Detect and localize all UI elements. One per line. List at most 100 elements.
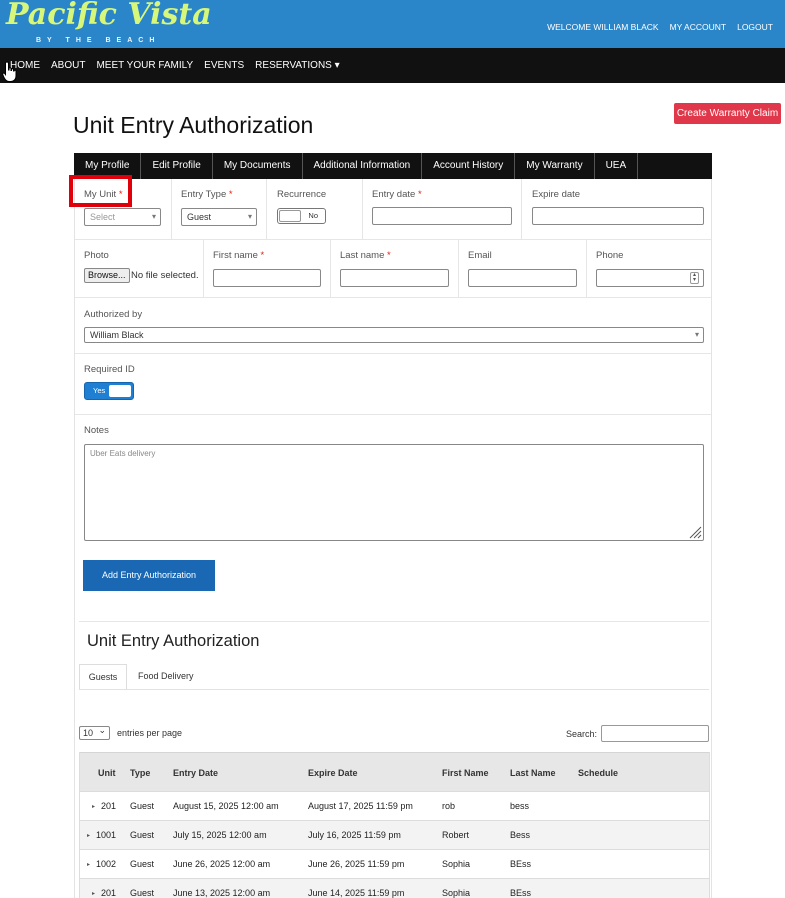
cell-last-name: BEss [510, 859, 532, 869]
entries-table: Unit Type Entry Date Expire Date First N… [79, 752, 710, 898]
nav-events[interactable]: EVENTS [204, 60, 244, 71]
col-unit[interactable]: Unit [98, 768, 116, 778]
first-name-label: First name * [213, 250, 265, 261]
file-status-text: No file selected. [131, 270, 199, 281]
col-type[interactable]: Type [130, 768, 150, 778]
last-name-label: Last name * [340, 250, 391, 261]
entry-type-label: Entry Type * [181, 189, 233, 200]
search-input[interactable] [601, 725, 709, 742]
tab-my-documents[interactable]: My Documents [213, 153, 303, 179]
top-header: Pacific Vista BY THE BEACH WELCOME WILLI… [0, 0, 785, 48]
recurrence-label: Recurrence [277, 189, 327, 200]
cell-expire-date: July 16, 2025 11:59 pm [308, 830, 401, 840]
page-size-select[interactable]: 10 [79, 724, 110, 740]
cell-entry-date: July 15, 2025 12:00 am [173, 830, 267, 840]
cell-last-name: bess [510, 801, 530, 811]
list-title: Unit Entry Authorization [87, 632, 260, 650]
cell-unit: 201 [101, 888, 117, 898]
cell-expire-date: August 17, 2025 11:59 pm [308, 801, 413, 811]
welcome-text: WELCOME WILLIAM BLACK [547, 22, 659, 32]
nav-meet-your-family[interactable]: MEET YOUR FAMILY [96, 60, 193, 71]
expire-date-input[interactable] [532, 207, 704, 225]
cell-type: Guest [130, 830, 155, 840]
cell-unit: 201 [101, 801, 117, 811]
cell-type: Guest [130, 801, 155, 811]
hand-cursor-icon [2, 61, 17, 82]
tab-food-delivery[interactable]: Food Delivery [138, 671, 194, 681]
cell-entry-date: June 13, 2025 12:00 am [173, 888, 271, 898]
photo-label: Photo [84, 250, 109, 261]
authorized-by-select[interactable]: William Black [84, 327, 704, 343]
page-title: Unit Entry Authorization [73, 112, 314, 138]
entry-type-select[interactable]: Guest [181, 208, 257, 226]
spinner-icon[interactable]: ▴ ▾ [690, 272, 699, 284]
logout-link[interactable]: LOGOUT [737, 22, 773, 32]
cell-entry-date: June 26, 2025 12:00 am [173, 859, 271, 869]
cell-first-name: Robert [442, 830, 470, 840]
my-unit-label: My Unit * [84, 189, 123, 200]
table-row[interactable]: ▸ 201 Guest August 15, 2025 12:00 am Aug… [80, 791, 709, 820]
notes-textarea[interactable]: Uber Eats delivery [84, 444, 704, 541]
cell-unit: 1001 [96, 830, 117, 840]
brand-logo[interactable]: Pacific Vista BY THE BEACH [6, 0, 212, 48]
entry-date-input[interactable] [372, 207, 512, 225]
profile-tabs: My Profile Edit Profile My Documents Add… [74, 153, 712, 179]
col-expire-date[interactable]: Expire Date [308, 768, 358, 778]
tab-edit-profile[interactable]: Edit Profile [141, 153, 213, 179]
phone-label: Phone [596, 250, 624, 261]
email-input[interactable] [468, 269, 577, 287]
main-nav: HOME ABOUT MEET YOUR FAMILY EVENTS RESER… [0, 48, 785, 124]
table-row[interactable]: ▸ 201 Guest June 13, 2025 12:00 am June … [80, 878, 709, 898]
recurrence-toggle[interactable]: No [277, 208, 326, 224]
table-row[interactable]: ▸ 1001 Guest July 15, 2025 12:00 am July… [80, 820, 709, 849]
col-entry-date[interactable]: Entry Date [173, 768, 218, 778]
table-row[interactable]: ▸ 1002 Guest June 26, 2025 12:00 am June… [80, 849, 709, 878]
required-id-label: Required ID [84, 364, 135, 375]
cell-last-name: BEss [510, 888, 532, 898]
brand-tagline: BY THE BEACH [36, 37, 161, 44]
my-unit-select[interactable]: Select [84, 208, 161, 226]
cell-entry-date: August 15, 2025 12:00 am [173, 801, 279, 811]
notes-label: Notes [84, 425, 109, 436]
browse-button[interactable]: Browse... [84, 268, 130, 283]
first-name-input[interactable] [213, 269, 321, 287]
cell-first-name: Sophia [442, 859, 471, 869]
add-entry-authorization-button[interactable]: Add Entry Authorization [83, 560, 215, 591]
col-schedule[interactable]: Schedule [578, 768, 618, 778]
my-account-link[interactable]: MY ACCOUNT [670, 22, 727, 32]
expire-date-label: Expire date [532, 189, 581, 200]
expand-row-icon[interactable]: ▸ [92, 890, 95, 897]
cell-unit: 1002 [96, 859, 117, 869]
cell-last-name: Bess [510, 830, 531, 840]
cell-type: Guest [130, 888, 155, 898]
create-warranty-claim-button[interactable]: Create Warranty Claim [674, 103, 781, 124]
expand-row-icon[interactable]: ▸ [92, 803, 95, 810]
tab-additional-information[interactable]: Additional Information [303, 153, 423, 179]
expand-row-icon[interactable]: ▸ [87, 832, 90, 839]
brand-name: Pacific Vista [6, 0, 212, 32]
tab-my-warranty[interactable]: My Warranty [515, 153, 595, 179]
tab-account-history[interactable]: Account History [422, 153, 516, 179]
col-last-name[interactable]: Last Name [510, 768, 556, 778]
phone-input[interactable]: ▴ ▾ [596, 269, 704, 287]
required-id-toggle[interactable]: Yes [84, 382, 134, 400]
entry-form-panel: My Unit * Select Entry Type * Guest Recu… [69, 175, 712, 898]
tab-uea[interactable]: UEA [595, 153, 639, 179]
tab-guests[interactable]: Guests [79, 664, 127, 690]
cell-expire-date: June 26, 2025 11:59 pm [308, 859, 405, 869]
nav-about[interactable]: ABOUT [51, 60, 85, 71]
expand-row-icon[interactable]: ▸ [87, 861, 90, 868]
authorized-by-label: Authorized by [84, 309, 143, 320]
last-name-input[interactable] [340, 269, 449, 287]
nav-reservations[interactable]: RESERVATIONS ▾ [255, 60, 339, 71]
cell-expire-date: June 14, 2025 11:59 pm [308, 888, 405, 898]
search-label: Search: [566, 729, 598, 739]
table-header: Unit Type Entry Date Expire Date First N… [80, 752, 709, 791]
col-first-name[interactable]: First Name [442, 768, 489, 778]
entry-date-label: Entry date * [372, 189, 422, 200]
account-links: WELCOME WILLIAM BLACK MY ACCOUNT LOGOUT [547, 22, 773, 32]
resize-grip-icon[interactable] [688, 525, 702, 539]
email-label: Email [468, 250, 492, 261]
cell-first-name: rob [442, 801, 456, 811]
cell-type: Guest [130, 859, 155, 869]
